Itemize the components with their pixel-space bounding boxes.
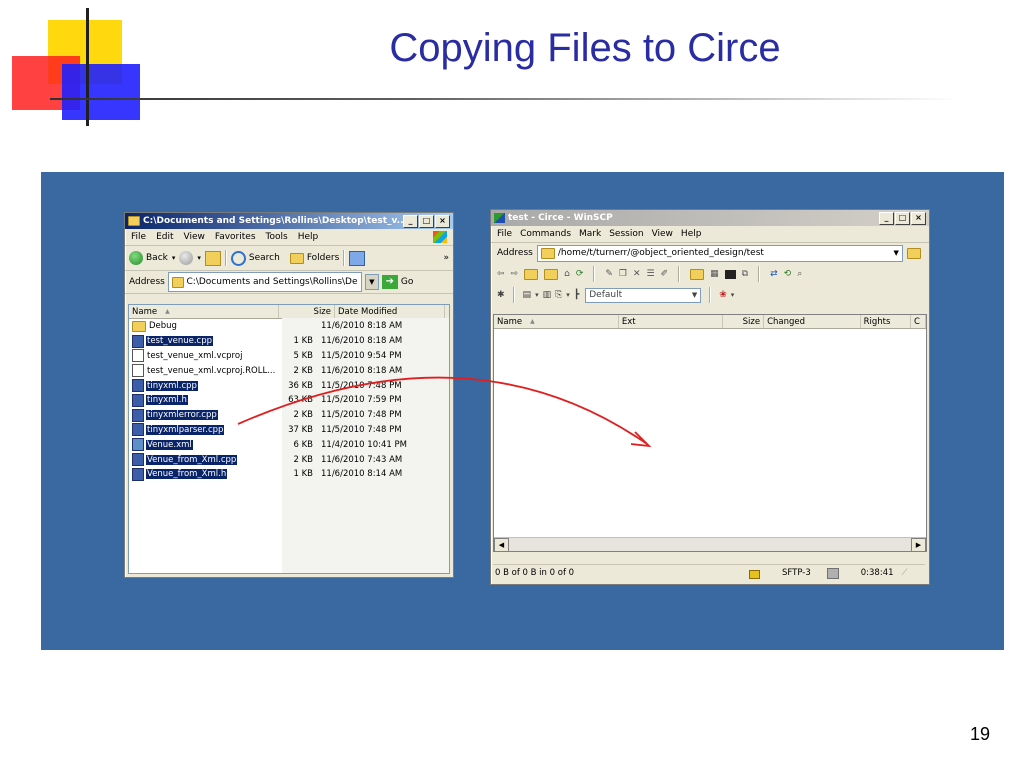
drag-arrow: [237, 376, 652, 448]
decor-vertical-line: [86, 8, 89, 126]
screenshot-panel: C:\Documents and Settings\Rollins\Deskto…: [41, 172, 1004, 650]
title-underline: [50, 98, 960, 100]
drag-arrow-path: [237, 376, 648, 445]
slide-title: Copying Files to Circe: [389, 26, 781, 70]
decor-blue-square: [62, 64, 140, 120]
page-number: 19: [969, 724, 990, 744]
